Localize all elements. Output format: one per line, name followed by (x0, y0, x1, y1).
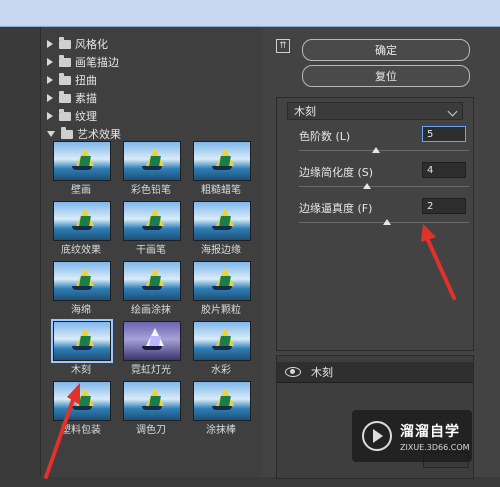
watermark-text: 溜溜自学 ZIXUE.3D66.COM (400, 421, 470, 452)
folder-open-icon (61, 126, 73, 139)
slider-thumb[interactable] (363, 183, 371, 189)
collapse-arrow-icon (47, 131, 55, 137)
thumbnail-image (123, 261, 181, 301)
category-label: 艺术效果 (77, 128, 121, 141)
thumbnail-image (51, 319, 113, 363)
folder-icon (59, 72, 71, 85)
filter-gallery-panel: 风格化 画笔描边 扭曲 素描 纹理 艺术效果 壁画 彩色铅笔 粗糙蜡笔 底纹效果… (40, 27, 264, 479)
thumbnail-image (123, 381, 181, 421)
folder-icon (59, 54, 71, 67)
category-label: 画笔描边 (75, 56, 119, 69)
filter-thumb-sponge[interactable]: 海绵 (51, 261, 111, 319)
dropdown-value: 木刻 (294, 105, 316, 118)
thumb-label: 绘画涂抹 (131, 305, 171, 316)
eye-visibility-icon[interactable] (285, 367, 301, 377)
expand-arrow-icon (47, 40, 53, 48)
thumb-label: 霓虹灯光 (131, 365, 171, 376)
folder-icon (59, 108, 71, 121)
filter-thumb-fresco[interactable]: 壁画 (51, 141, 111, 199)
play-logo-icon (362, 421, 392, 451)
category-label: 扭曲 (75, 74, 97, 87)
thumb-label: 海报边缘 (201, 245, 241, 256)
chevron-down-icon (447, 106, 458, 117)
effect-layer-row[interactable]: 木刻 (277, 362, 473, 383)
annotation-arrow-right (421, 224, 456, 300)
expand-arrow-icon (47, 58, 53, 66)
param-edge-fidelity-input[interactable]: 2 (422, 198, 466, 214)
collapse-panel-icon[interactable]: ⇈ (276, 39, 290, 53)
thumbnail-image (193, 321, 251, 361)
thumbnail-image (53, 261, 111, 301)
reset-button-label: 复位 (375, 70, 397, 83)
thumb-label: 粗糙蜡笔 (201, 185, 241, 196)
thumb-label: 涂抹棒 (206, 425, 236, 436)
thumb-label: 调色刀 (136, 425, 166, 436)
thumb-label: 壁画 (71, 185, 91, 196)
folder-icon (59, 90, 71, 103)
thumbnail-image (123, 141, 181, 181)
filter-thumb-smudge-stick[interactable]: 涂抹棒 (191, 381, 251, 439)
folder-icon (59, 36, 71, 49)
filter-thumb-watercolor[interactable]: 水彩 (191, 321, 251, 379)
category-brush-strokes[interactable]: 画笔描边 (47, 53, 119, 71)
window-titlebar (0, 0, 500, 26)
param-edge-simplicity-label: 边缘简化度 (S) (299, 166, 374, 179)
thumbnail-image (193, 261, 251, 301)
filter-type-dropdown[interactable]: 木刻 (287, 102, 463, 120)
preview-canvas (0, 27, 40, 477)
reset-button[interactable]: 复位 (302, 65, 470, 87)
param-levels-slider[interactable] (299, 147, 469, 153)
category-label: 素描 (75, 92, 97, 105)
thumb-label: 胶片颗粒 (201, 305, 241, 316)
thumbnail-image (123, 321, 181, 361)
ok-button[interactable]: 确定 (302, 39, 470, 61)
thumbnail-image (193, 201, 251, 241)
expand-arrow-icon (47, 112, 53, 120)
category-stylize[interactable]: 风格化 (47, 35, 108, 53)
filter-thumb-dry-brush[interactable]: 干画笔 (121, 201, 181, 259)
watermark: 溜溜自学 ZIXUE.3D66.COM (352, 410, 472, 462)
category-label: 纹理 (75, 110, 97, 123)
expand-arrow-icon (47, 94, 53, 102)
param-edge-fidelity-label: 边缘逼真度 (F) (299, 202, 373, 215)
thumbnail-image (53, 141, 111, 181)
category-texture[interactable]: 纹理 (47, 107, 97, 125)
thumbnail-image (193, 381, 251, 421)
slider-thumb[interactable] (371, 147, 380, 153)
param-levels-input[interactable]: 5 (422, 126, 466, 142)
thumbnail-image (53, 201, 111, 241)
thumb-label: 干画笔 (136, 245, 166, 256)
param-levels-label: 色阶数 (L) (299, 130, 351, 143)
expand-arrow-icon (47, 76, 53, 84)
filter-thumb-film-grain[interactable]: 胶片颗粒 (191, 261, 251, 319)
slider-thumb[interactable] (383, 219, 392, 225)
watermark-url: ZIXUE.3D66.COM (400, 442, 470, 452)
filter-thumb-underpainting[interactable]: 底纹效果 (51, 201, 111, 259)
thumb-label: 海绵 (71, 305, 91, 316)
watermark-title: 溜溜自学 (400, 423, 460, 440)
filter-thumb-palette-knife[interactable]: 调色刀 (121, 381, 181, 439)
param-edge-simplicity-slider[interactable] (299, 183, 469, 189)
filter-options-box: 木刻 色阶数 (L) 5 边缘简化度 (S) 4 边缘逼真度 (F) 2 (276, 97, 474, 351)
param-edge-simplicity-input[interactable]: 4 (422, 162, 466, 178)
thumbnail-image (193, 141, 251, 181)
thumb-label: 水彩 (211, 365, 231, 376)
thumbnail-image (123, 201, 181, 241)
filter-thumb-paint-daubs[interactable]: 绘画涂抹 (121, 261, 181, 319)
category-label: 风格化 (75, 38, 108, 51)
category-distort[interactable]: 扭曲 (47, 71, 97, 89)
filter-thumb-neon-glow[interactable]: 霓虹灯光 (121, 321, 181, 379)
filter-thumb-rough-pastels[interactable]: 粗糙蜡笔 (191, 141, 251, 199)
ok-button-label: 确定 (375, 44, 397, 57)
filter-thumb-poster-edges[interactable]: 海报边缘 (191, 201, 251, 259)
thumb-label: 彩色铅笔 (131, 185, 171, 196)
effect-layer-name: 木刻 (311, 366, 333, 379)
thumb-label: 底纹效果 (61, 245, 101, 256)
category-sketch[interactable]: 素描 (47, 89, 97, 107)
filter-thumb-colored-pencil[interactable]: 彩色铅笔 (121, 141, 181, 199)
annotation-arrow-left (44, 383, 80, 479)
